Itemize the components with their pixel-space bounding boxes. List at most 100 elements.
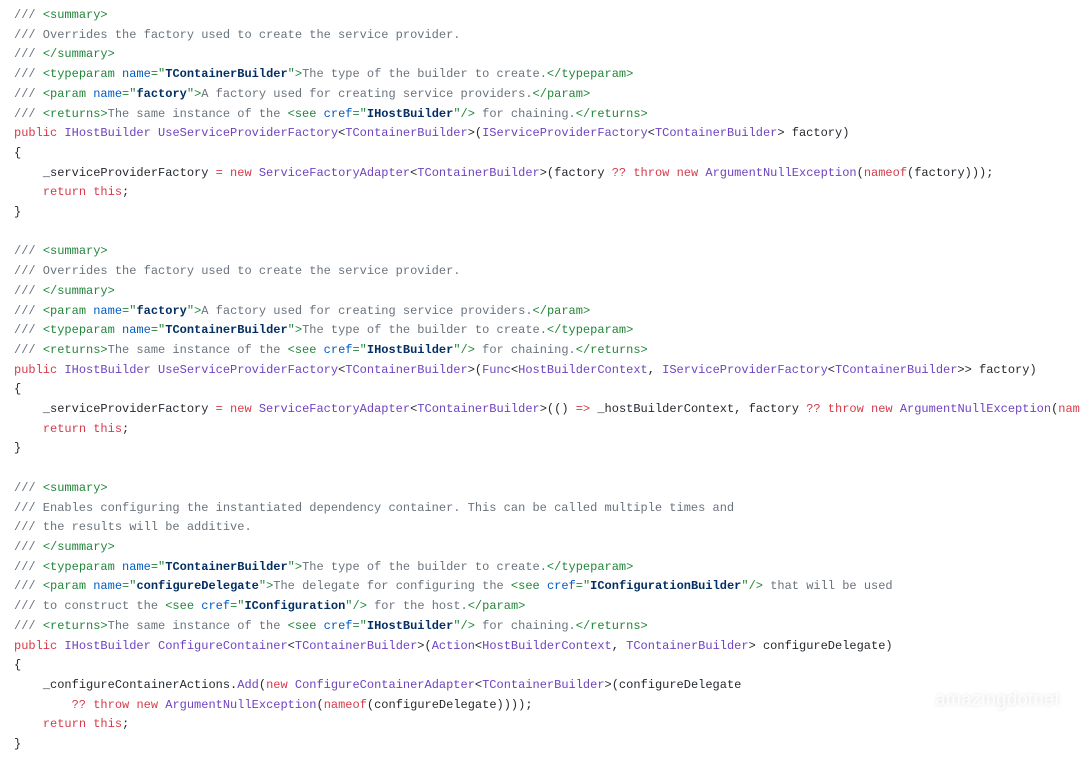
token: nameof bbox=[324, 698, 367, 712]
token: >> bbox=[957, 363, 979, 377]
token: IConfiguration bbox=[244, 599, 345, 613]
token: nameof bbox=[864, 166, 907, 180]
token: new bbox=[136, 698, 158, 712]
token: ; bbox=[122, 422, 129, 436]
token: </param> bbox=[468, 599, 526, 613]
token: /// bbox=[14, 323, 43, 337]
token: /// bbox=[14, 619, 43, 633]
wechat-icon bbox=[891, 681, 929, 719]
code-line: /// </summary> bbox=[14, 538, 1066, 558]
token: "/> bbox=[453, 343, 475, 357]
token: /// bbox=[14, 244, 43, 258]
token: ?? bbox=[72, 698, 86, 712]
token: public bbox=[14, 363, 57, 377]
token: /// bbox=[14, 67, 43, 81]
token: HostBuilderContext bbox=[518, 363, 648, 377]
code-line: } bbox=[14, 439, 1066, 459]
token: for chaining. bbox=[475, 343, 576, 357]
token: cref bbox=[547, 579, 576, 593]
token: _serviceProviderFactory bbox=[43, 402, 216, 416]
code-line: } bbox=[14, 735, 1066, 755]
token: </typeparam> bbox=[547, 560, 633, 574]
code-line: /// </summary> bbox=[14, 45, 1066, 65]
token: for chaining. bbox=[475, 619, 576, 633]
token: ( bbox=[857, 166, 864, 180]
code-line: /// <typeparam name="TContainerBuilder">… bbox=[14, 65, 1066, 85]
token: , bbox=[612, 639, 626, 653]
token: >(configureDelegate bbox=[605, 678, 742, 692]
token bbox=[151, 363, 158, 377]
token: "/> bbox=[741, 579, 763, 593]
token: </param> bbox=[533, 87, 591, 101]
token: The type of the builder to create. bbox=[302, 67, 547, 81]
token: A factory used for creating service prov… bbox=[201, 304, 532, 318]
token: =" bbox=[352, 107, 366, 121]
token bbox=[151, 639, 158, 653]
token: ) bbox=[842, 126, 849, 140]
token: } bbox=[14, 441, 21, 455]
token: <returns> bbox=[43, 107, 108, 121]
token: ) bbox=[1029, 363, 1036, 377]
token: "> bbox=[288, 67, 302, 81]
token: return bbox=[43, 717, 86, 731]
token: { bbox=[14, 146, 21, 160]
token: _configureContainerActions. bbox=[43, 678, 237, 692]
token: for the host. bbox=[367, 599, 468, 613]
token: /// bbox=[14, 47, 43, 61]
token: The type of the builder to create. bbox=[302, 560, 547, 574]
code-line: /// <returns>The same instance of the <s… bbox=[14, 617, 1066, 637]
token: throw bbox=[633, 166, 669, 180]
token: ServiceFactoryAdapter bbox=[259, 402, 410, 416]
code-line: /// <typeparam name="TContainerBuilder">… bbox=[14, 558, 1066, 578]
token: return bbox=[43, 185, 86, 199]
token: <see bbox=[165, 599, 201, 613]
token: "> bbox=[259, 579, 273, 593]
token: IHostBuilder bbox=[64, 126, 150, 140]
code-line: { bbox=[14, 144, 1066, 164]
token: /// bbox=[14, 579, 43, 593]
token: /// bbox=[14, 343, 43, 357]
token: /// bbox=[14, 540, 43, 554]
token: TContainerBuilder bbox=[165, 560, 287, 574]
token: </summary> bbox=[43, 540, 115, 554]
token: throw bbox=[93, 698, 129, 712]
token: ArgumentNullException bbox=[900, 402, 1051, 416]
token: TContainerBuilder bbox=[165, 67, 287, 81]
code-line: /// <param name="factory">A factory used… bbox=[14, 85, 1066, 105]
token: ConfigureContainer bbox=[158, 639, 288, 653]
token: factory bbox=[136, 87, 186, 101]
token: cref bbox=[324, 343, 353, 357]
token: ( bbox=[259, 678, 266, 692]
token: HostBuilderContext bbox=[482, 639, 612, 653]
code-line: _serviceProviderFactory = new ServiceFac… bbox=[14, 164, 1066, 184]
token: name bbox=[122, 323, 151, 337]
token: The same instance of the bbox=[108, 343, 288, 357]
token: >( bbox=[468, 363, 482, 377]
token: that will be used bbox=[763, 579, 893, 593]
code-line bbox=[14, 223, 1066, 243]
token: <typeparam bbox=[43, 323, 122, 337]
token: ?? bbox=[612, 166, 626, 180]
token: </param> bbox=[533, 304, 591, 318]
token: TContainerBuilder bbox=[345, 363, 467, 377]
token: IServiceProviderFactory bbox=[662, 363, 828, 377]
code-line: /// <param name="factory">A factory used… bbox=[14, 302, 1066, 322]
token: "/> bbox=[453, 619, 475, 633]
token: IHostBuilder bbox=[64, 363, 150, 377]
token: , bbox=[648, 363, 662, 377]
code-line: _serviceProviderFactory = new ServiceFac… bbox=[14, 400, 1066, 420]
code-line: /// <summary> bbox=[14, 6, 1066, 26]
token: "> bbox=[187, 304, 201, 318]
token: ; bbox=[122, 185, 129, 199]
token: for chaining. bbox=[475, 107, 576, 121]
token bbox=[151, 126, 158, 140]
token: TContainerBuilder bbox=[417, 166, 539, 180]
token: new bbox=[266, 678, 288, 692]
token: "> bbox=[288, 323, 302, 337]
token: =" bbox=[151, 560, 165, 574]
token bbox=[288, 678, 295, 692]
code-line: } bbox=[14, 203, 1066, 223]
token: => bbox=[576, 402, 590, 416]
token: /// bbox=[14, 304, 43, 318]
token: <param bbox=[43, 87, 93, 101]
